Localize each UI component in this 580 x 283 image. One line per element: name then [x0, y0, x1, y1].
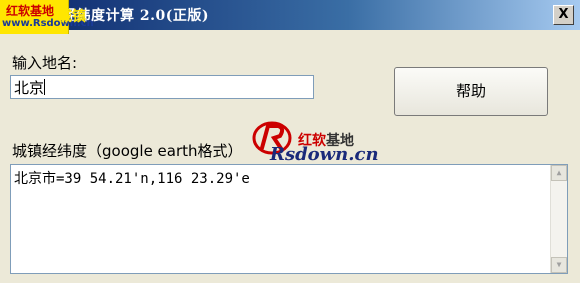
vertical-scrollbar[interactable]: ▲ ▼ [550, 165, 567, 273]
scroll-up-icon[interactable]: ▲ [551, 165, 567, 181]
coordinates-output[interactable]: 北京市=39 54.21'n,116 23.29'e ▲ ▼ [10, 164, 568, 274]
close-button[interactable]: X [553, 5, 574, 25]
app-window: 经纬度计算 2.0(正版) X 红软基地 www.Rsdown.cn 城镇 输入… [0, 0, 580, 283]
coordinates-label: 城镇经纬度（google earth格式） [12, 142, 243, 160]
coordinates-result-text: 北京市=39 54.21'n,116 23.29'e [14, 171, 250, 187]
text-caret [44, 79, 46, 95]
location-label: 输入地名: [12, 54, 78, 72]
location-input-value: 北京 [14, 79, 45, 97]
location-input[interactable]: 北京 [10, 75, 314, 99]
scroll-down-icon[interactable]: ▼ [551, 257, 567, 273]
title-overlap-text: 城镇 [58, 9, 86, 25]
watermark-cn-text: 红软基地 [6, 4, 55, 18]
watermark-center-en: Rsdown.cn [270, 144, 379, 165]
center-watermark: 红软基地 Rsdown.cn [248, 110, 379, 170]
help-button[interactable]: 帮助 [394, 67, 548, 116]
